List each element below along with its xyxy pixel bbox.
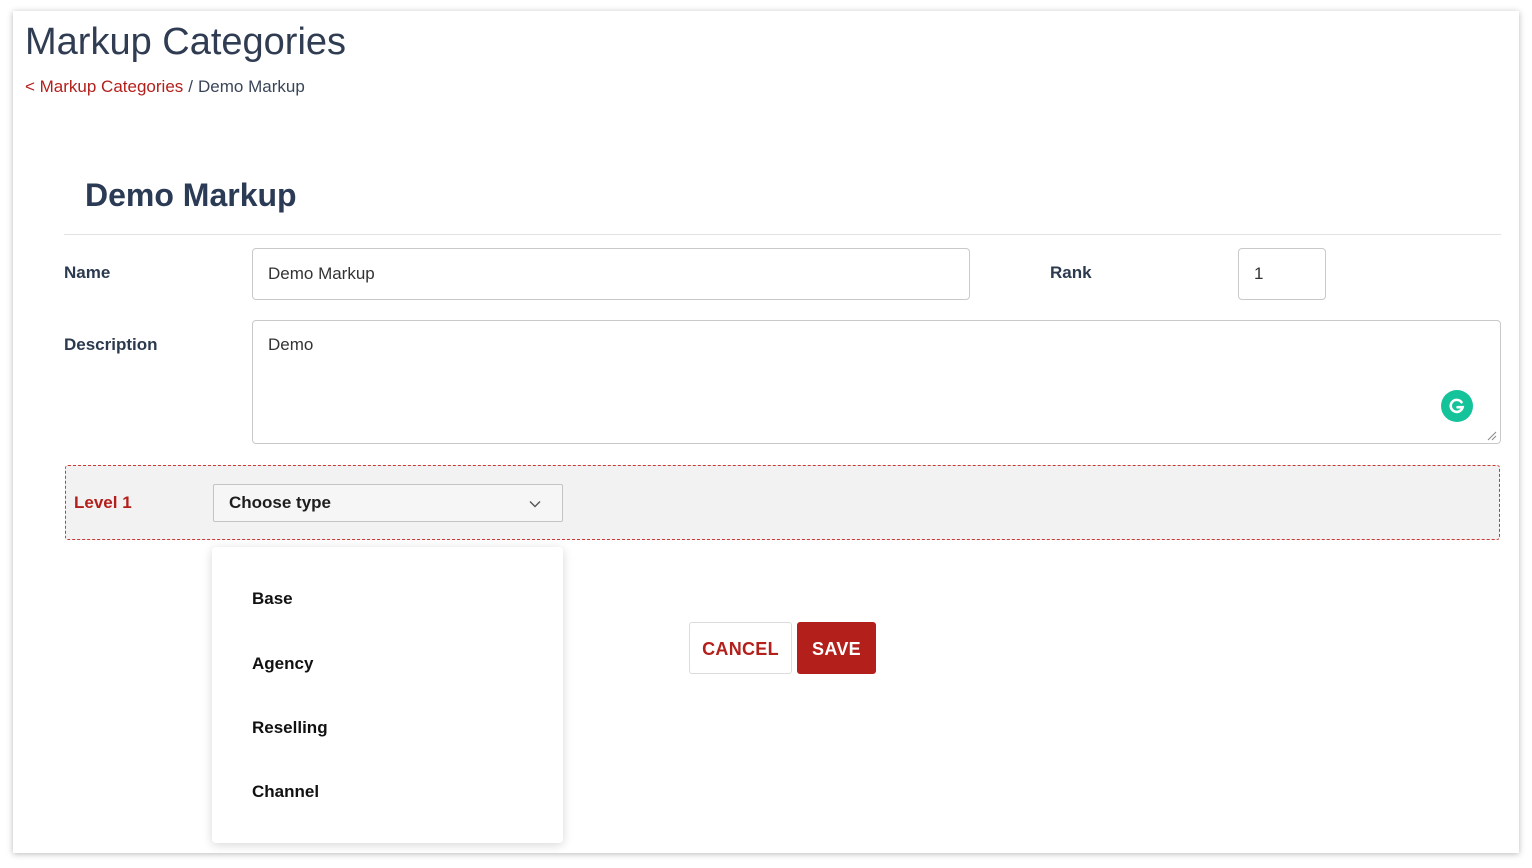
type-select-value: Choose type [229, 493, 332, 512]
type-dropdown-menu: Base Agency Reselling Channel [212, 547, 563, 843]
save-button[interactable]: SAVE [797, 622, 876, 674]
type-select[interactable]: Choose type [213, 484, 563, 522]
form-section-title: Demo Markup [85, 177, 297, 213]
breadcrumb-separator: / [188, 77, 194, 96]
app-window: Markup Categories < Markup Categories / De… [13, 11, 1519, 853]
description-label: Description [64, 335, 158, 354]
breadcrumb-back-link[interactable]: < Markup Categories [25, 77, 183, 96]
rank-input[interactable] [1238, 248, 1326, 300]
page-title: Markup Categories [25, 21, 347, 63]
cancel-button[interactable]: CANCEL [689, 622, 792, 674]
grammarly-g-glyph [1449, 398, 1465, 414]
dropdown-option-agency[interactable]: Agency [212, 640, 563, 688]
resize-grip-icon[interactable] [1487, 431, 1497, 441]
rank-label: Rank [1050, 263, 1092, 282]
dropdown-option-base[interactable]: Base [212, 575, 563, 623]
name-input[interactable] [252, 248, 970, 300]
breadcrumb-current: Demo Markup [198, 77, 305, 96]
chevron-down-icon [529, 501, 541, 508]
grammarly-icon[interactable] [1441, 390, 1473, 422]
dropdown-option-reselling[interactable]: Reselling [212, 704, 563, 752]
description-textarea[interactable]: Demo [252, 320, 1501, 444]
level-1-row: Level 1 Choose type [65, 465, 1500, 540]
breadcrumb: < Markup Categories / Demo Markup [25, 77, 305, 97]
name-label: Name [64, 263, 111, 282]
section-divider [64, 234, 1501, 235]
level-1-label: Level 1 [74, 493, 132, 512]
dropdown-option-channel[interactable]: Channel [212, 768, 563, 816]
